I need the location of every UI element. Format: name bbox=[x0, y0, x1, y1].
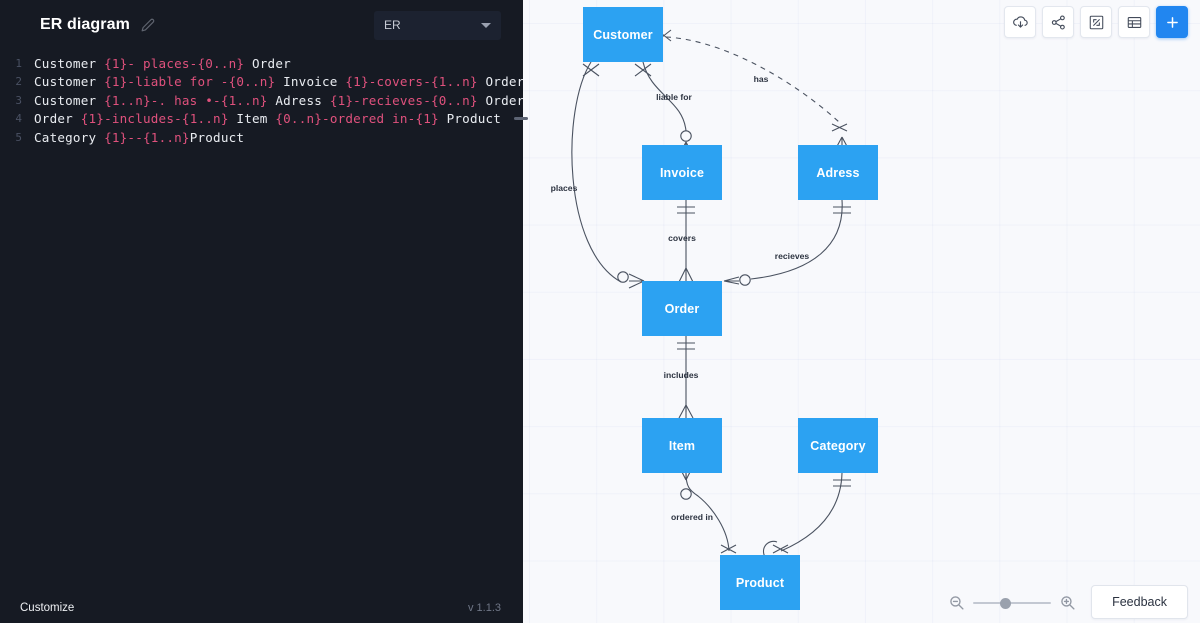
diagram-connections: places liable for has covers recieves include… bbox=[551, 27, 851, 559]
resize-grip-icon bbox=[514, 117, 528, 120]
entity-node-product[interactable]: Product bbox=[720, 555, 800, 610]
relationship-label-ordered-in: ordered in bbox=[671, 512, 713, 522]
entity-node-label: Category bbox=[810, 438, 866, 453]
diagram-type-select[interactable]: ER bbox=[374, 10, 501, 40]
edge-recieves bbox=[750, 199, 843, 280]
customize-button[interactable]: Customize bbox=[20, 602, 74, 614]
canvas-toolbar bbox=[1004, 6, 1188, 38]
code-line[interactable]: 4 Order {1}-includes-{1..n} Item {0..n}-o… bbox=[0, 110, 523, 129]
edge-category-product bbox=[780, 472, 843, 552]
entity-node-customer[interactable]: Customer bbox=[583, 7, 663, 62]
entity-node-category[interactable]: Category bbox=[798, 418, 878, 473]
er-diagram-app: ER diagram ER 1 Customer {1}- places-{0..… bbox=[0, 0, 1200, 623]
code-line-text[interactable]: Customer {1}- places-{0..n} Order bbox=[34, 56, 291, 71]
relationship-label-covers: covers bbox=[668, 233, 696, 243]
zoom-slider[interactable] bbox=[973, 596, 1051, 610]
entity-node-label: Customer bbox=[593, 27, 653, 42]
relationship-label-places: places bbox=[551, 183, 578, 193]
relationship-label-liable-for: liable for bbox=[656, 92, 692, 102]
line-number: 2 bbox=[15, 75, 22, 89]
entity-node-item[interactable]: Item bbox=[642, 418, 722, 473]
panel-resize-handle[interactable] bbox=[514, 0, 528, 623]
entity-node-label: Invoice bbox=[659, 165, 705, 180]
code-line[interactable]: 5 Category {1}--{1..n}Product bbox=[0, 128, 523, 147]
entity-node-label: Product bbox=[735, 575, 785, 590]
share-icon[interactable] bbox=[1042, 6, 1074, 38]
diagram-canvas[interactable]: places liable for has covers recieves include… bbox=[523, 0, 1200, 623]
editor-header: ER diagram ER bbox=[0, 0, 523, 50]
code-line-text[interactable]: Customer {1}-liable for -{0..n} Invoice … bbox=[34, 74, 523, 89]
code-line-text[interactable]: Order {1}-includes-{1..n} Item {0..n}-or… bbox=[34, 111, 501, 126]
zoom-controls bbox=[948, 594, 1076, 611]
code-line-text[interactable]: Customer {1..n}-. has •-{1..n} Adress {1… bbox=[34, 93, 523, 108]
relationship-label-includes: includes bbox=[664, 370, 699, 380]
table-icon[interactable] bbox=[1118, 6, 1150, 38]
edge-has bbox=[665, 36, 840, 123]
line-number: 3 bbox=[15, 93, 22, 107]
line-number: 4 bbox=[15, 112, 22, 126]
code-line[interactable]: 3 Customer {1..n}-. has •-{1..n} Adress {… bbox=[0, 91, 523, 110]
editor-footer: Customize v 1.1.3 bbox=[0, 593, 523, 623]
line-number: 5 bbox=[15, 130, 22, 144]
feedback-button[interactable]: Feedback bbox=[1091, 585, 1188, 619]
entity-node-label: Item bbox=[668, 438, 696, 453]
zoom-slider-thumb[interactable] bbox=[999, 597, 1011, 609]
page-title: ER diagram bbox=[40, 16, 130, 33]
pencil-icon[interactable] bbox=[140, 17, 156, 33]
zoom-slider-track bbox=[973, 601, 1051, 604]
version-label: v 1.1.3 bbox=[467, 602, 501, 614]
relationship-label-has: has bbox=[754, 74, 769, 84]
fullscreen-icon[interactable] bbox=[1080, 6, 1112, 38]
line-number: 1 bbox=[15, 56, 22, 70]
code-line-text[interactable]: Category {1}--{1..n}Product bbox=[34, 130, 244, 145]
edge-places bbox=[571, 61, 622, 283]
entity-node-adress[interactable]: Adress bbox=[798, 145, 878, 200]
entity-node-label: Adress bbox=[816, 165, 860, 180]
relationship-label-recieves: recieves bbox=[775, 251, 810, 261]
code-editor[interactable]: 1 Customer {1}- places-{0..n} Order 2 Custo… bbox=[0, 50, 523, 593]
diagram-type-value: ER bbox=[384, 18, 401, 32]
editor-pane: ER diagram ER 1 Customer {1}- places-{0..… bbox=[0, 0, 528, 623]
code-line[interactable]: 1 Customer {1}- places-{0..n} Order bbox=[0, 54, 523, 73]
entity-node-invoice[interactable]: Invoice bbox=[642, 145, 722, 200]
code-line[interactable]: 2 Customer {1}-liable for -{0..n} Invoice… bbox=[0, 73, 523, 92]
zoom-out-icon[interactable] bbox=[948, 594, 965, 611]
entity-node-order[interactable]: Order bbox=[642, 281, 722, 336]
cloud-download-icon[interactable] bbox=[1004, 6, 1036, 38]
plus-icon[interactable] bbox=[1156, 6, 1188, 38]
chevron-down-icon bbox=[481, 23, 491, 28]
zoom-in-icon[interactable] bbox=[1059, 594, 1076, 611]
entity-node-label: Order bbox=[664, 301, 700, 316]
